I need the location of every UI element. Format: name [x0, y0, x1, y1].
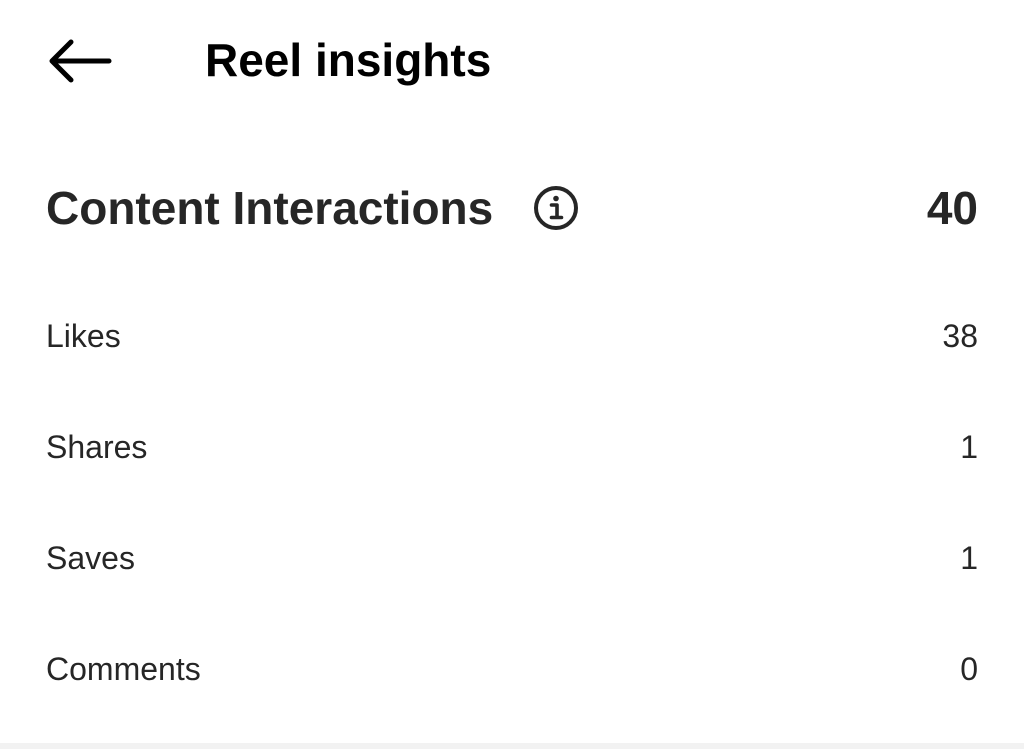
metric-label: Likes — [46, 318, 121, 354]
metric-row-saves: Saves 1 — [46, 504, 978, 615]
metric-label: Comments — [46, 651, 201, 687]
arrow-left-icon — [49, 39, 112, 83]
metric-value: 0 — [960, 651, 978, 687]
reel-insights-screen: Reel insights Content Interactions 40 Li… — [0, 0, 1024, 749]
metric-row-likes: Likes 38 — [46, 282, 978, 393]
page-title: Reel insights — [205, 34, 492, 86]
metric-value: 1 — [960, 540, 978, 576]
content-interactions-header: Content Interactions 40 — [46, 176, 978, 242]
metric-label: Shares — [46, 429, 148, 465]
section-title: Content Interactions — [46, 182, 494, 234]
metric-row-shares: Shares 1 — [46, 393, 978, 504]
info-button[interactable] — [533, 185, 579, 231]
info-circle-icon — [534, 186, 578, 230]
back-button[interactable] — [38, 28, 120, 94]
metric-label: Saves — [46, 540, 135, 576]
interactions-total: 40 — [926, 182, 978, 234]
metric-value: 1 — [960, 429, 978, 465]
metric-value: 38 — [942, 318, 978, 354]
metric-row-comments: Comments 0 — [46, 615, 978, 726]
bottom-divider — [0, 743, 1024, 749]
top-app-bar: Reel insights — [0, 0, 1024, 122]
metrics-list: Likes 38 Shares 1 Saves 1 Comments 0 — [46, 282, 978, 726]
